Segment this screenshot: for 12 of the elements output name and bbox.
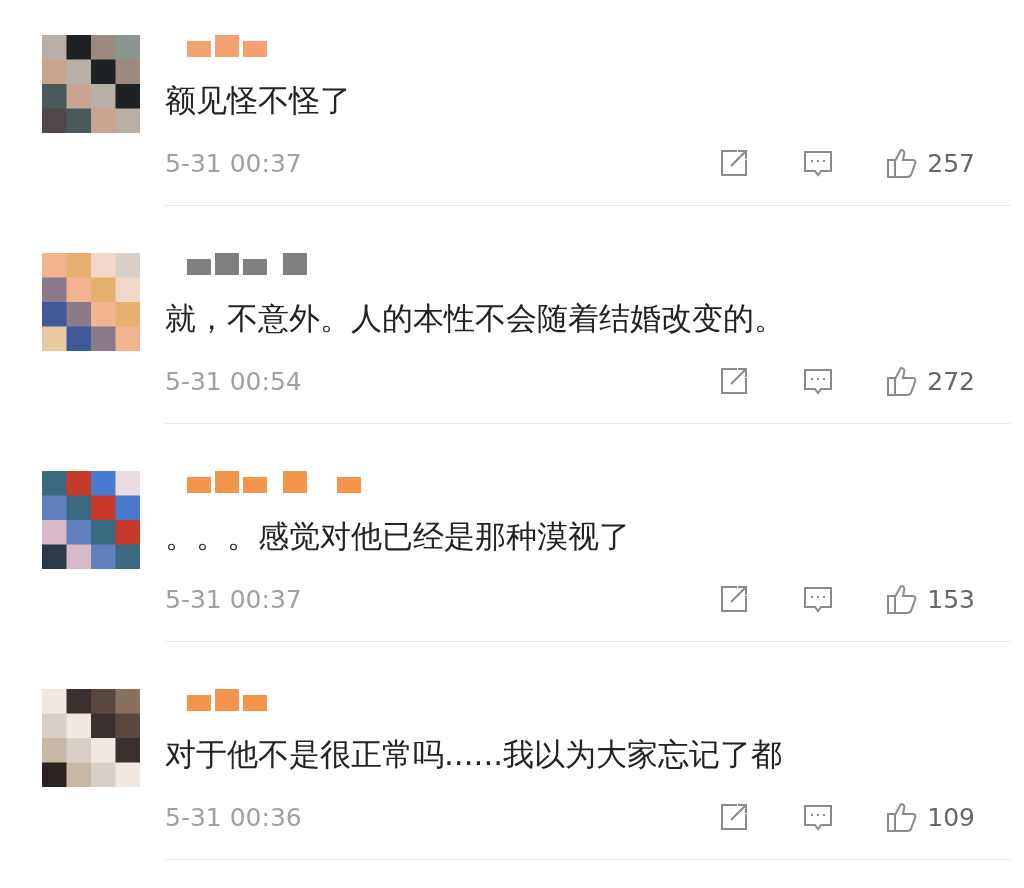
comment-text: 对于他不是很正常吗......我以为大家忘记了都: [165, 735, 784, 774]
comment-time: 5-31 00:54: [165, 366, 303, 396]
comment-text: 就，不意外。人的本性不会随着结婚改变的。: [165, 299, 786, 338]
like-count: 272: [927, 366, 975, 396]
comment-text: 。。。感觉对他已经是那种漠视了: [165, 517, 631, 556]
like-count: 109: [927, 802, 975, 832]
comment-time: 5-31 00:37: [165, 148, 303, 178]
like-count: 257: [927, 148, 975, 178]
comment-time: 5-31 00:36: [165, 802, 303, 832]
like-count: 153: [927, 584, 975, 614]
comment-text: 额见怪不怪了: [165, 81, 352, 120]
comment-time: 5-31 00:37: [165, 584, 303, 614]
